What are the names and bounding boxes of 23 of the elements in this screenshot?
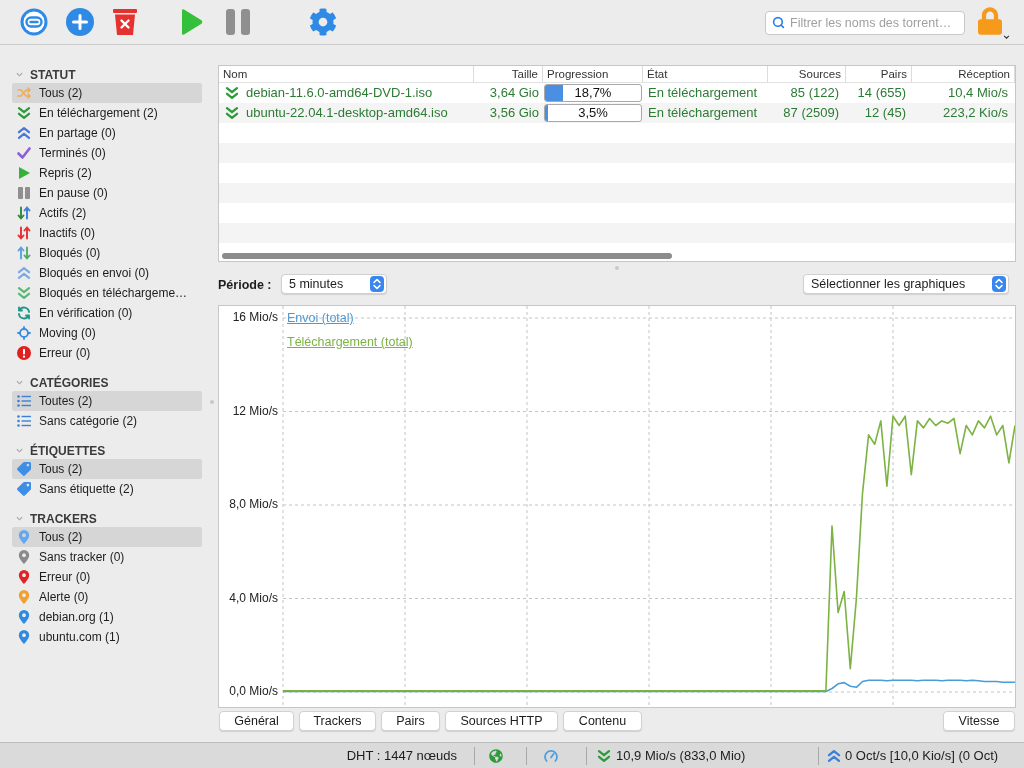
download-speed: 10,9 Mio/s (833,0 Mio) xyxy=(616,746,746,765)
torrent-name: ubuntu-22.04.1-desktop-amd64.iso xyxy=(246,104,448,123)
table-cell-text: 3,56 Gio xyxy=(488,104,540,123)
table-cell-text: En téléchargement xyxy=(647,104,759,123)
table-cell-text: 12 (45) xyxy=(863,104,907,123)
field-label: Période : xyxy=(218,278,272,292)
table-cell-text: 14 (655) xyxy=(856,84,907,103)
upload-speed: 0 Oct/s [10,0 Kio/s] (0 Oct) xyxy=(845,746,999,765)
torrent-name: debian-11.6.0-amd64-DVD-1.iso xyxy=(246,84,433,103)
axis-label: 16 Mio/s xyxy=(232,310,278,325)
table-cell-text: En téléchargement xyxy=(647,84,759,103)
axis-label: 0,0 Mio/s xyxy=(229,684,278,699)
table-cell-text: 10,4 Mio/s xyxy=(947,84,1009,103)
axis-label: 4,0 Mio/s xyxy=(229,590,278,605)
table-cell-text: 3,64 Gio xyxy=(488,84,540,103)
progress-text: 18,7% xyxy=(574,85,612,101)
progress-text: 3,5% xyxy=(578,105,608,121)
table-cell-text: 87 (2509) xyxy=(782,104,840,123)
dht-status: DHT : 1447 nœuds xyxy=(346,746,457,765)
axis-label: 12 Mio/s xyxy=(232,403,278,418)
table-cell-text: 223,2 Kio/s xyxy=(941,104,1009,123)
axis-label: 8,0 Mio/s xyxy=(229,497,278,512)
table-cell-text: 85 (122) xyxy=(789,84,840,103)
